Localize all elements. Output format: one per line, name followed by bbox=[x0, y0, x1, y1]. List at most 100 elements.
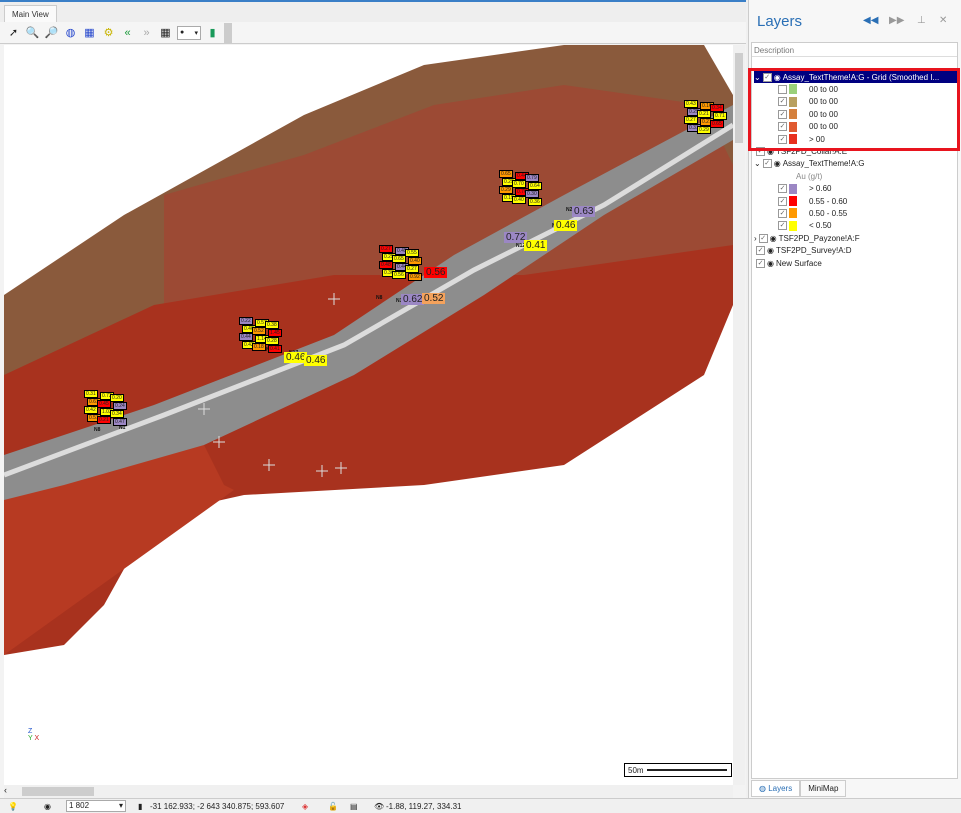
scroll-thumb[interactable] bbox=[735, 53, 743, 143]
axis-triad: ZY X bbox=[28, 728, 39, 742]
assay-value-label: 0.27 bbox=[405, 265, 419, 273]
expand-icon[interactable]: › bbox=[754, 234, 757, 243]
snap-icon[interactable]: ◈ bbox=[302, 802, 308, 811]
legend-item[interactable]: ✓ 0.55 - 0.60 bbox=[778, 195, 847, 207]
assay-value-label: 0.38 bbox=[265, 321, 279, 329]
note-icon[interactable]: ▤ bbox=[350, 802, 358, 811]
layer-subtitle-row: Au (g/t) bbox=[796, 170, 822, 182]
legend-checkbox[interactable]: ✓ bbox=[778, 184, 787, 194]
mouse-icon: ▮ bbox=[138, 801, 143, 811]
camera-coords: -1.88, 119.27, 334.31 bbox=[386, 801, 462, 811]
zoom-in-icon[interactable]: 🔍 bbox=[25, 25, 40, 40]
scale-dropdown[interactable]: 1 802 ▾ bbox=[66, 800, 126, 812]
eye-icon[interactable]: ◉ bbox=[767, 246, 774, 255]
assay-value-label: 0.31 bbox=[84, 390, 98, 398]
assay-value-label: 0.18 bbox=[252, 343, 266, 351]
assay-value-label: 0.34 bbox=[710, 104, 724, 112]
axis-y: Y bbox=[28, 735, 33, 742]
assay-value-label: 0.52 bbox=[422, 293, 446, 304]
rewind-icon[interactable]: « bbox=[120, 25, 135, 40]
close-icon[interactable]: ✕ bbox=[939, 15, 947, 26]
lock-icon[interactable]: 🔓 bbox=[328, 802, 338, 811]
globe-icon: ◍ bbox=[759, 784, 769, 793]
tab-layers[interactable]: ◍ Layers bbox=[751, 780, 801, 797]
color-palette-dropdown[interactable]: ● ▾ bbox=[177, 25, 201, 40]
layer-checkbox[interactable]: ✓ bbox=[756, 258, 765, 268]
forward-icon[interactable]: » bbox=[139, 25, 154, 40]
hole-name: N8 bbox=[94, 427, 101, 433]
eye-icon[interactable]: ◉ bbox=[774, 159, 781, 168]
eye-icon[interactable]: ◉ bbox=[770, 234, 777, 243]
legend-label: 0.55 - 0.60 bbox=[809, 196, 848, 206]
legend-item[interactable]: ✓ < 0.50 bbox=[778, 220, 831, 232]
highlight-box bbox=[748, 68, 960, 151]
layer-checkbox[interactable]: ✓ bbox=[758, 233, 768, 243]
marker-icon[interactable]: ▮ bbox=[205, 25, 220, 40]
vertical-scrollbar[interactable] bbox=[733, 45, 745, 785]
assay-value-label: 0.28 bbox=[265, 337, 279, 345]
assay-value-label: 0.63 bbox=[572, 206, 596, 217]
legend-checkbox[interactable]: ✓ bbox=[778, 196, 787, 206]
legend-item[interactable]: ✓ > 0.60 bbox=[778, 183, 831, 195]
assay-value-label: 0.34 bbox=[110, 410, 124, 418]
layer-item[interactable]: ✓ ◉ New Surface bbox=[754, 257, 822, 269]
assay-value-label: 0.42 bbox=[84, 406, 98, 414]
assay-value-label: 0.46 bbox=[304, 355, 328, 366]
assay-value-label: 0.45 bbox=[97, 400, 111, 408]
scroll-left-icon[interactable]: ‹ bbox=[4, 785, 7, 795]
scale-icon: ◉ bbox=[44, 801, 51, 811]
tab-minimap[interactable]: MiniMap bbox=[800, 780, 847, 797]
scroll-thumb[interactable] bbox=[22, 787, 94, 796]
layer-item[interactable]: › ✓ ◉ TSF2PD_Payzone!A:F bbox=[754, 232, 860, 244]
axis-z: Z bbox=[28, 728, 33, 735]
3d-viewport[interactable]: N1N8N4N17N3N8N16N12N7N20.460.460.620.520… bbox=[4, 45, 733, 785]
assay-value-label: 0.65 bbox=[710, 120, 724, 128]
layer-checkbox[interactable]: ✓ bbox=[756, 246, 765, 256]
assay-value-label: 0.24 bbox=[113, 402, 127, 410]
tab-label: Layers bbox=[768, 784, 793, 793]
scale-line bbox=[647, 769, 727, 771]
gear-icon[interactable]: ⚙ bbox=[101, 25, 116, 40]
legend-swatch bbox=[789, 220, 797, 231]
horizontal-scrollbar[interactable]: ‹ bbox=[4, 785, 733, 798]
layer-checkbox[interactable]: ✓ bbox=[762, 159, 772, 169]
assay-value-label: 0.29 bbox=[499, 186, 513, 194]
pin-icon[interactable]: ⊥ bbox=[917, 15, 926, 26]
assay-value-label: 0.65 bbox=[499, 170, 513, 178]
legend-checkbox[interactable]: ✓ bbox=[778, 221, 787, 231]
eye-icon[interactable]: ◉ bbox=[767, 259, 774, 268]
globe-grid-icon[interactable]: ▦ bbox=[82, 25, 97, 40]
assay-value-label: 0.46 bbox=[554, 220, 578, 231]
scale-value: 1 802 bbox=[69, 801, 90, 810]
layer-subtitle: Au (g/t) bbox=[796, 171, 823, 181]
globe-icon[interactable]: ◍ bbox=[63, 25, 78, 40]
rewind-icon[interactable]: ◀◀ bbox=[863, 15, 878, 26]
toolbar-grip[interactable] bbox=[224, 22, 232, 43]
assay-value-label: 0.62 bbox=[401, 294, 425, 305]
zoom-out-icon[interactable]: 🔎 bbox=[44, 25, 59, 40]
layer-item[interactable]: ✓ ◉ TSF2PD_Survey!A:D bbox=[754, 245, 852, 257]
assay-value-label: 0.64 bbox=[528, 182, 542, 190]
layer-item[interactable]: ⌄ ✓ ◉ Assay_TextTheme!A:G bbox=[754, 158, 865, 170]
assay-value-label: 0.70 bbox=[512, 180, 526, 188]
grid-icon[interactable]: ▦ bbox=[158, 25, 173, 40]
legend-swatch bbox=[789, 196, 797, 206]
assay-value-label: 0.21 bbox=[97, 416, 111, 424]
pointer-icon[interactable]: ➚ bbox=[6, 25, 21, 40]
legend-item[interactable]: ✓ 0.50 - 0.55 bbox=[778, 207, 847, 219]
scale-bar: 50m bbox=[624, 763, 732, 777]
assay-value-label: 0.56 bbox=[392, 271, 406, 279]
assay-value-label: 0.36 bbox=[528, 198, 542, 206]
assay-value-label: 0.48 bbox=[379, 261, 393, 269]
panel-tabs: ◍ Layers MiniMap bbox=[751, 780, 847, 797]
chevron-down-icon: ▾ bbox=[194, 29, 198, 37]
status-bar: 💡 ◉ 1 802 ▾ ▮ -31 162.933; -2 643 340.875… bbox=[0, 798, 961, 813]
legend-checkbox[interactable]: ✓ bbox=[778, 208, 787, 218]
chevron-down-icon: ▾ bbox=[118, 801, 123, 810]
expand-icon[interactable]: ⌄ bbox=[754, 159, 761, 168]
assay-value-label: 0.22 bbox=[239, 317, 253, 325]
assay-value-label: 0.21 bbox=[697, 110, 711, 118]
lightbulb-icon[interactable]: 💡 bbox=[8, 802, 18, 811]
forward-icon[interactable]: ▶▶ bbox=[889, 15, 904, 26]
hole-name: N8 bbox=[376, 295, 383, 301]
